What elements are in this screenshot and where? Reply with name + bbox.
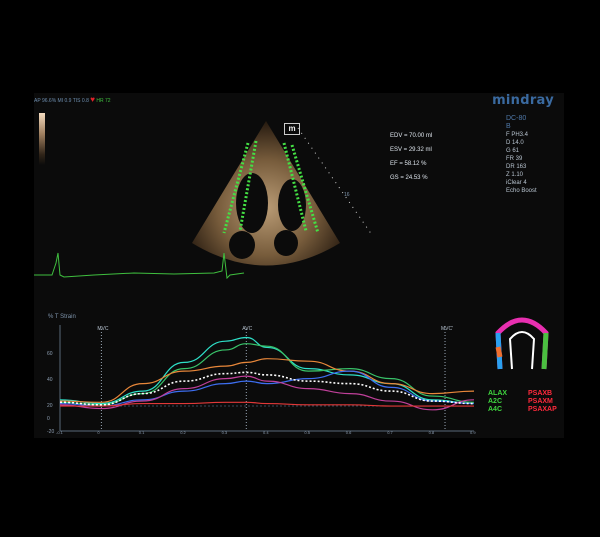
- strain-chart: [59, 325, 475, 432]
- chart-axes: [59, 325, 474, 432]
- segment-legend-right: PSAXB PSAXM PSAXAP: [528, 390, 557, 414]
- legend-a2c: A2C: [488, 398, 503, 405]
- legend-alax: ALAX: [488, 390, 508, 397]
- strain-series-line: [59, 358, 475, 403]
- segment-map-icon: [495, 317, 549, 370]
- legend-psaxap: PSAXAP: [528, 406, 557, 413]
- legend-psaxm: PSAXM: [528, 398, 553, 405]
- legend-a4c: A4C: [488, 406, 503, 413]
- segment-legend-left: ALAX A2C A4C: [488, 390, 507, 414]
- ultrasound-screen: AP 96.6% MI 0.9 TIS 0.8 ♥ HR 72 mindray …: [34, 93, 564, 438]
- legend-psaxb: PSAXB: [528, 390, 553, 397]
